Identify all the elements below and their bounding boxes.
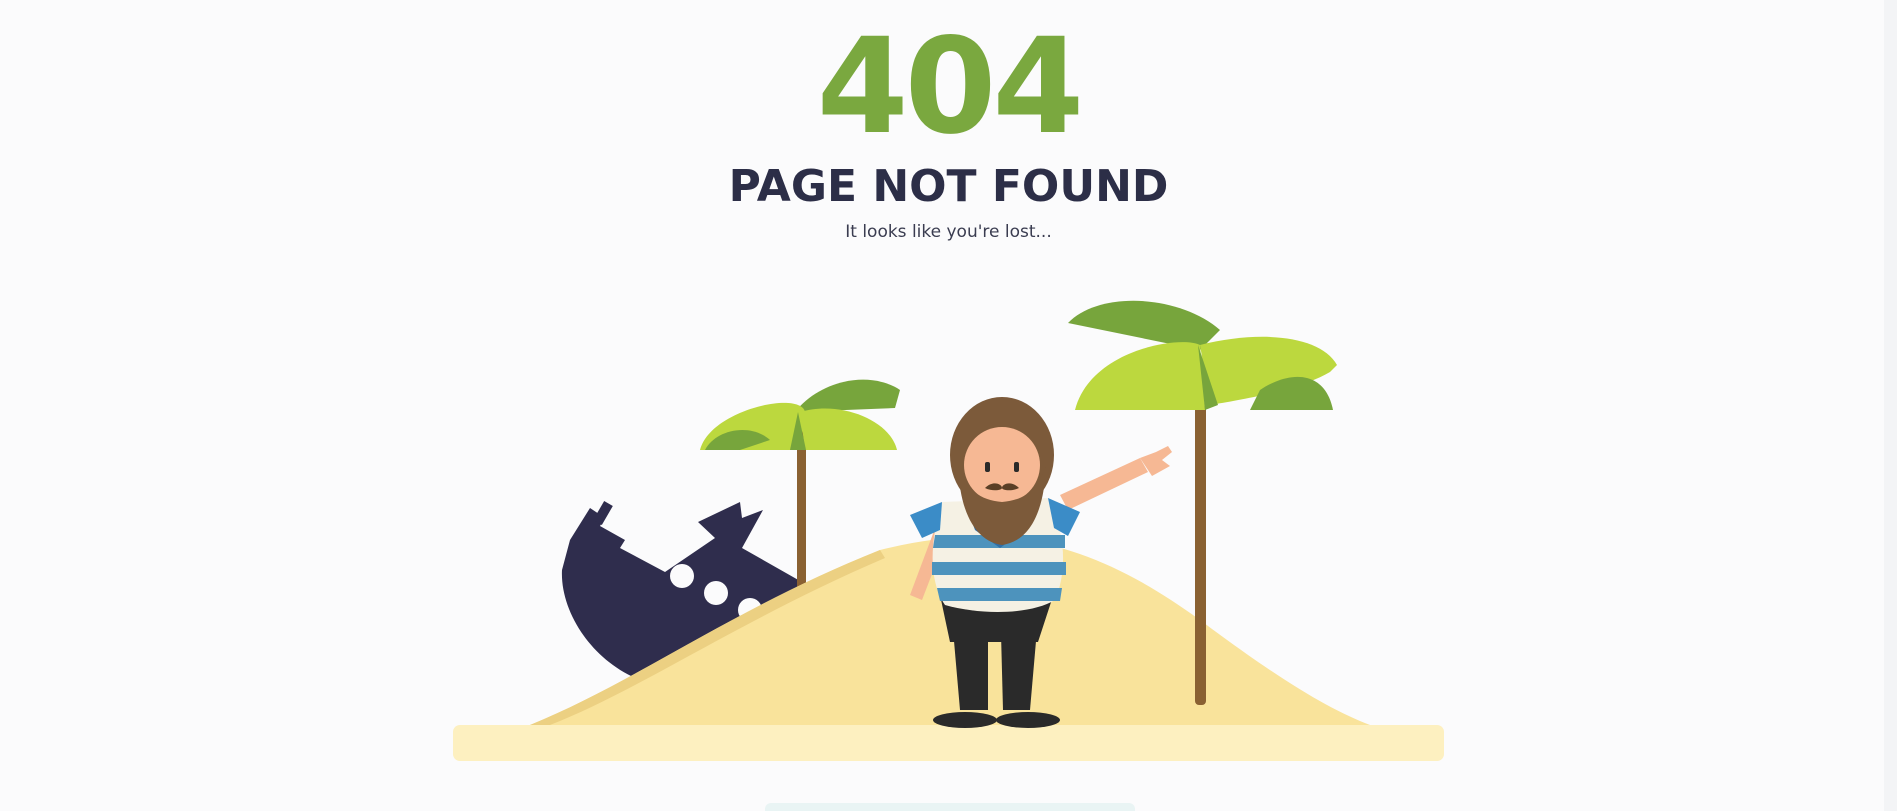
bottom-hint-bar <box>765 803 1135 811</box>
page-title: PAGE NOT FOUND <box>728 161 1169 212</box>
page-subtitle: It looks like you're lost... <box>845 222 1052 242</box>
island-illustration <box>440 290 1460 770</box>
error-code: 404 <box>816 10 1085 164</box>
ground-strip <box>453 725 1444 761</box>
